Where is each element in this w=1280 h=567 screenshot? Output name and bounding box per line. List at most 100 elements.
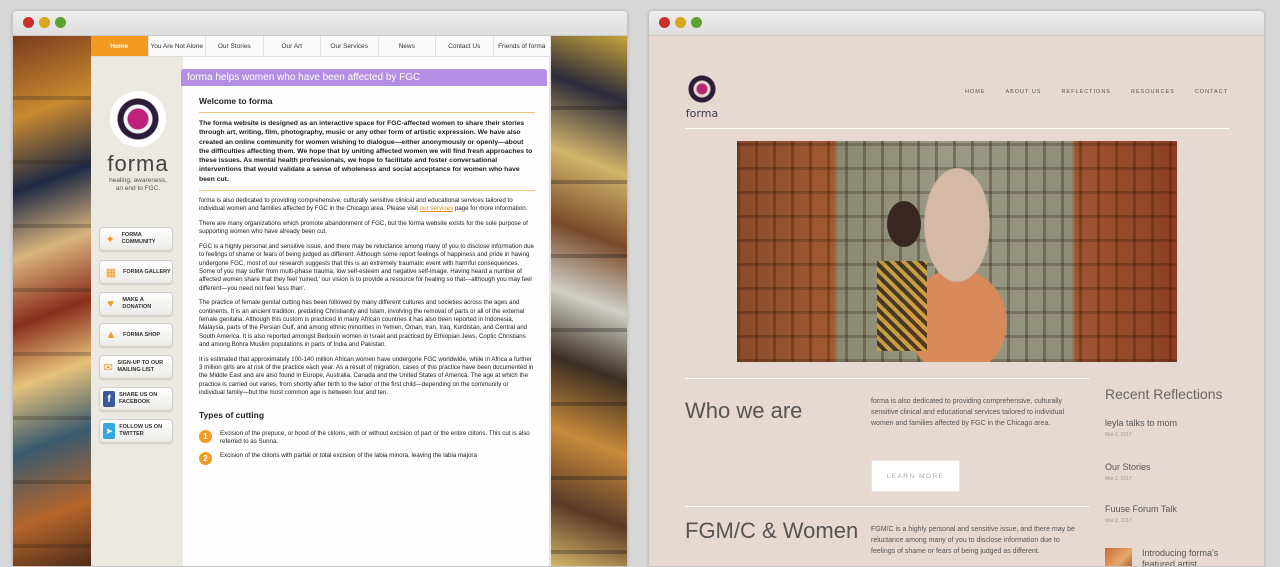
sidebar-button-donation[interactable]: ♥ MAKE A DONATION (99, 292, 173, 316)
learn-more-button[interactable]: LEARN MORE (871, 460, 960, 492)
new-site-viewport: forma HOME ABOUT US REFLECTIONS RESOURCE… (649, 36, 1264, 566)
sidebar-button-community[interactable]: ✦ FORMA COMMUNITY (99, 227, 173, 251)
zoom-window-button[interactable] (55, 17, 66, 28)
forma-logo[interactable]: forma (685, 72, 719, 120)
browser-window-old-site: Home You Are Not Alone Our Stories Our A… (12, 10, 628, 567)
number-badge: 2 (199, 452, 212, 466)
reflection-date: Mar 2, 2017 (1105, 518, 1132, 524)
fgm-women-heading: FGM/C & Women (685, 518, 859, 543)
header-divider (685, 128, 1229, 129)
old-site-viewport: Home You Are Not Alone Our Stories Our A… (13, 36, 627, 566)
forma-flower-icon (110, 91, 166, 147)
logo-word: forma (685, 107, 719, 120)
sidebar-button-gallery[interactable]: ▦ FORMA GALLERY (99, 260, 173, 284)
artwork-collage-left (13, 36, 91, 566)
reflection-title[interactable]: Fuuse Forum Talk (1105, 504, 1177, 514)
zoom-window-button[interactable] (691, 17, 702, 28)
window-titlebar (649, 11, 1264, 36)
reflection-title[interactable]: Our Stories (1105, 462, 1151, 472)
sidebar-button-label: MAKE A DONATION (122, 297, 152, 310)
nav-contact-us[interactable]: Contact Us (436, 36, 494, 56)
nav-home[interactable]: HOME (965, 89, 986, 95)
fgm-women-text: FGM/C is a highly personal and sensitive… (871, 526, 1075, 555)
artwork-collage-right (551, 36, 627, 566)
nav-about-us[interactable]: ABOUT US (1005, 89, 1041, 95)
sidebar: forma healing, awareness, an end to FGC. … (91, 57, 183, 566)
hero-artwork-image (737, 141, 1177, 362)
nav-our-services[interactable]: Our Services (321, 36, 379, 56)
sidebar-button-label: FORMA GALLERY (123, 268, 171, 275)
mail-icon: ✉ (103, 361, 113, 374)
intro-paragraph: The forma website is designed as an inte… (199, 120, 533, 183)
sidebar-button-mailing-list[interactable]: ✉ SIGN-UP TO OUR MAILING LIST (99, 355, 173, 379)
who-we-are-text: forma is also dedicated to providing com… (871, 398, 1064, 427)
divider (199, 112, 535, 113)
paragraph: The practice of female genital cutting h… (199, 299, 528, 349)
nav-friends-of-forma[interactable]: Friends of forma (494, 36, 551, 56)
hero-figure-garment (877, 261, 927, 351)
types-heading: Types of cutting (199, 409, 265, 420)
main-content: Welcome to forma The forma website is de… (199, 96, 535, 471)
minimize-window-button[interactable] (675, 17, 686, 28)
nav-news[interactable]: News (379, 36, 436, 56)
gallery-icon: ▦ (105, 266, 117, 279)
list-item: 2 Excision of the clitoris with partial … (199, 452, 535, 466)
shop-icon: ▲ (105, 329, 117, 341)
hero-figure (887, 201, 921, 247)
reflection-title[interactable]: leyla talks to mom (1105, 418, 1177, 428)
top-nav: Home You Are Not Alone Our Stories Our A… (91, 36, 551, 57)
sidebar-button-label: FORMA COMMUNITY (121, 232, 156, 245)
welcome-heading: Welcome to forma (199, 96, 273, 106)
reflection-item[interactable]: leyla talks to mom Mar 2, 2017 (1105, 418, 1177, 438)
who-we-are-heading: Who we are (685, 398, 803, 423)
nav-home[interactable]: Home (91, 36, 149, 56)
sidebar-button-label: FOLLOW US ON TWITTER (119, 424, 163, 437)
nav-our-stories[interactable]: Our Stories (206, 36, 264, 56)
services-text-end: page for more information. (454, 205, 528, 213)
paragraph: There are many organizations which promo… (199, 219, 528, 236)
reflection-item[interactable]: Fuuse Forum Talk Mar 2, 2017 (1105, 504, 1177, 524)
list-item-text: Excision of the clitoris with partial or… (220, 452, 477, 460)
logo-tagline: healing, awareness, an end to FGC. (109, 177, 167, 192)
reflection-title[interactable]: Introducing forma's featured artist (1142, 548, 1228, 566)
window-titlebar (13, 11, 627, 36)
nav-our-art[interactable]: Our Art (264, 36, 321, 56)
nav-resources[interactable]: RESOURCES (1131, 89, 1175, 95)
page-banner: forma helps women who have been affected… (181, 69, 547, 86)
community-icon: ✦ (105, 233, 115, 246)
sidebar-button-twitter[interactable]: ➤ FOLLOW US ON TWITTER (99, 419, 173, 443)
reflection-item[interactable]: Introducing forma's featured artist (1142, 548, 1228, 566)
sidebar-button-facebook[interactable]: f SHARE US ON FACEBOOK (99, 387, 173, 411)
section-divider (685, 506, 1089, 507)
recent-reflections-heading: Recent Reflections (1105, 386, 1223, 402)
list-item: 1 Excision of the prepuce, or hood of th… (199, 429, 535, 446)
paragraph: FGC is a highly personal and sensitive i… (199, 242, 534, 292)
our-services-link[interactable]: our services (420, 205, 453, 212)
paragraph: It is estimated that approximately 100-1… (199, 355, 534, 397)
sidebar-button-label: FORMA SHOP (123, 331, 161, 338)
facebook-icon: f (103, 391, 115, 407)
close-window-button[interactable] (659, 17, 670, 28)
minimize-window-button[interactable] (39, 17, 50, 28)
close-window-button[interactable] (23, 17, 34, 28)
browser-window-new-site: forma HOME ABOUT US REFLECTIONS RESOURCE… (648, 10, 1265, 567)
nav-you-are-not-alone[interactable]: You Are Not Alone (149, 36, 206, 56)
number-badge: 1 (199, 429, 212, 443)
top-nav: HOME ABOUT US REFLECTIONS RESOURCES CONT… (965, 89, 1228, 95)
divider (199, 190, 535, 192)
reflection-date: Mar 2, 2017 (1105, 432, 1132, 438)
forma-logo[interactable]: forma healing, awareness, an end to FGC. (103, 91, 173, 193)
logo-word: forma (107, 151, 169, 176)
reflection-thumbnail[interactable] (1105, 548, 1132, 566)
nav-reflections[interactable]: REFLECTIONS (1061, 89, 1111, 95)
reflection-item[interactable]: Our Stories Mar 2, 2017 (1105, 462, 1151, 482)
donation-icon: ♥ (107, 298, 114, 310)
sidebar-button-label: SHARE US ON FACEBOOK (118, 392, 158, 405)
reflection-date: Mar 2, 2017 (1105, 476, 1132, 482)
sidebar-button-shop[interactable]: ▲ FORMA SHOP (99, 323, 173, 347)
nav-contact[interactable]: CONTACT (1195, 89, 1228, 95)
forma-flower-icon (685, 72, 719, 106)
list-item-text: Excision of the prepuce, or hood of the … (220, 429, 530, 445)
section-divider (685, 378, 1089, 379)
sidebar-button-label: SIGN-UP TO OUR MAILING LIST (117, 360, 164, 373)
